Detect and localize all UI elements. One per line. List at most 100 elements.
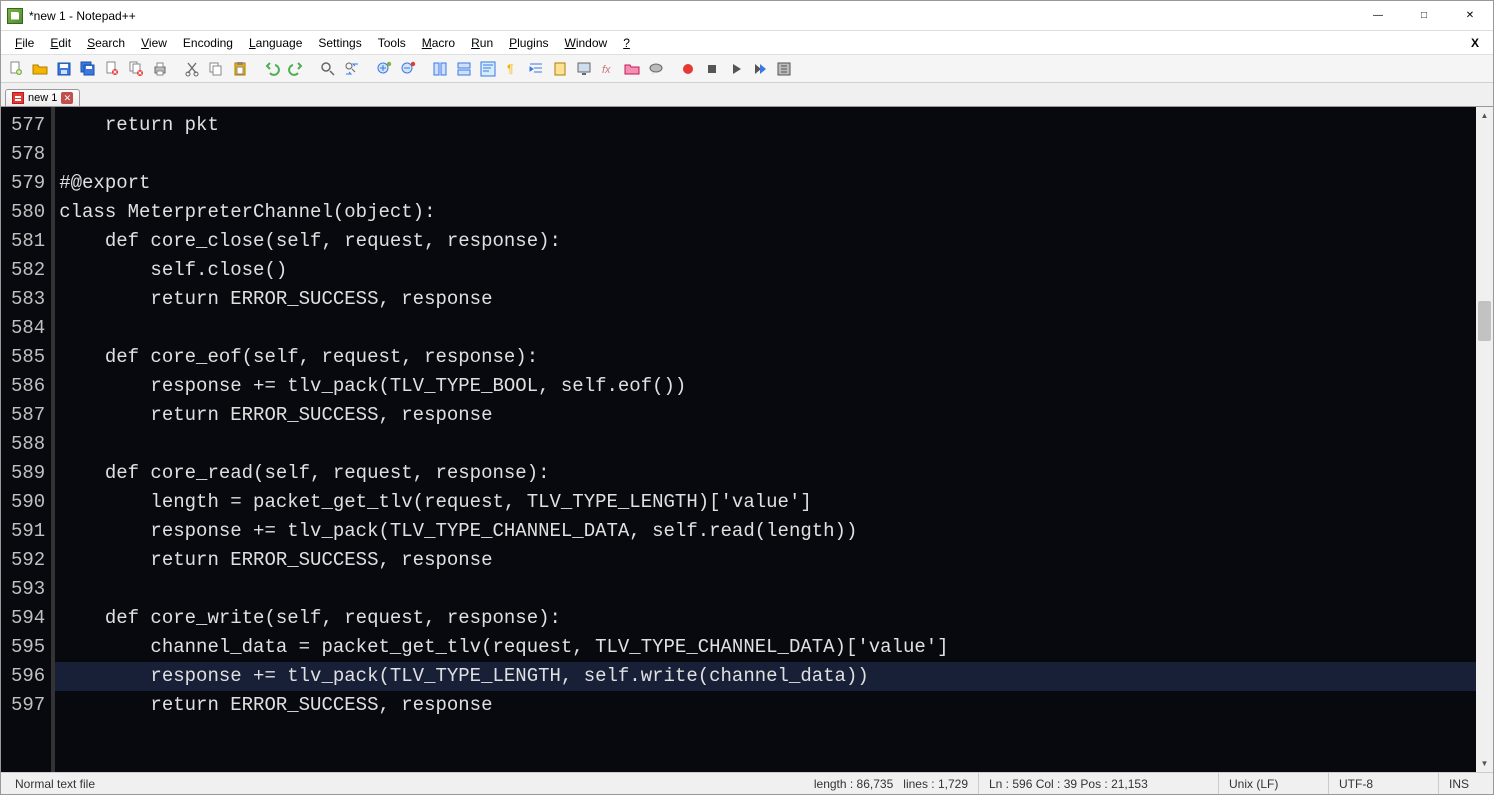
- code-line[interactable]: [55, 140, 1476, 169]
- close-all-icon[interactable]: [125, 58, 147, 80]
- function-icon[interactable]: fx: [597, 58, 619, 80]
- menu-search[interactable]: Search: [79, 34, 133, 52]
- open-file-icon[interactable]: [29, 58, 51, 80]
- close-icon[interactable]: [101, 58, 123, 80]
- editor: 5775785795805815825835845855865875885895…: [1, 107, 1493, 772]
- indent-icon[interactable]: [525, 58, 547, 80]
- line-number: 595: [11, 633, 45, 662]
- code-line[interactable]: response += tlv_pack(TLV_TYPE_CHANNEL_DA…: [55, 517, 1476, 546]
- code-line[interactable]: response += tlv_pack(TLV_TYPE_LENGTH, se…: [55, 662, 1476, 691]
- line-number: 579: [11, 169, 45, 198]
- menu-view[interactable]: View: [133, 34, 175, 52]
- comment-icon[interactable]: [645, 58, 667, 80]
- code-line[interactable]: #@export: [55, 169, 1476, 198]
- code-line[interactable]: response += tlv_pack(TLV_TYPE_BOOL, self…: [55, 372, 1476, 401]
- menu-language[interactable]: Language: [241, 34, 310, 52]
- line-number: 581: [11, 227, 45, 256]
- code-line[interactable]: def core_close(self, request, response):: [55, 227, 1476, 256]
- code-line[interactable]: class MeterpreterChannel(object):: [55, 198, 1476, 227]
- stop-icon[interactable]: [701, 58, 723, 80]
- new-file-icon[interactable]: [5, 58, 27, 80]
- line-number: 577: [11, 111, 45, 140]
- paste-icon[interactable]: [229, 58, 251, 80]
- menu-encoding[interactable]: Encoding: [175, 34, 241, 52]
- wrap-icon[interactable]: [477, 58, 499, 80]
- record-icon[interactable]: [677, 58, 699, 80]
- code-line[interactable]: def core_write(self, request, response):: [55, 604, 1476, 633]
- menu-window[interactable]: Window: [557, 34, 616, 52]
- print-icon[interactable]: [149, 58, 171, 80]
- app-icon: [7, 8, 23, 24]
- menubar-close-button[interactable]: X: [1463, 34, 1487, 52]
- scroll-track[interactable]: [1476, 124, 1493, 755]
- menu-run[interactable]: Run: [463, 34, 501, 52]
- menu-plugins[interactable]: Plugins: [501, 34, 556, 52]
- code-line[interactable]: def core_read(self, request, response):: [55, 459, 1476, 488]
- code-line[interactable]: return ERROR_SUCCESS, response: [55, 401, 1476, 430]
- code-area[interactable]: return pkt #@exportclass MeterpreterChann…: [55, 107, 1476, 772]
- code-line[interactable]: [55, 430, 1476, 459]
- folder-icon[interactable]: [621, 58, 643, 80]
- menu-settings[interactable]: Settings: [310, 34, 369, 52]
- sync-h-icon[interactable]: [453, 58, 475, 80]
- status-length: length : 86,735 lines : 1,729: [804, 773, 979, 794]
- maximize-button[interactable]: □: [1401, 1, 1447, 31]
- undo-icon[interactable]: [261, 58, 283, 80]
- statusbar: Normal text file length : 86,735 lines :…: [1, 772, 1493, 794]
- code-line[interactable]: [55, 575, 1476, 604]
- monitor-icon[interactable]: [573, 58, 595, 80]
- line-number: 591: [11, 517, 45, 546]
- replace-icon[interactable]: [341, 58, 363, 80]
- save-all-icon[interactable]: [77, 58, 99, 80]
- code-line[interactable]: def core_eof(self, request, response):: [55, 343, 1476, 372]
- doc-icon[interactable]: [549, 58, 571, 80]
- code-line[interactable]: return ERROR_SUCCESS, response: [55, 285, 1476, 314]
- window-controls: — □ ✕: [1355, 1, 1493, 31]
- line-number: 580: [11, 198, 45, 227]
- redo-icon[interactable]: [285, 58, 307, 80]
- save-macro-icon[interactable]: [773, 58, 795, 80]
- status-position: Ln : 596 Col : 39 Pos : 21,153: [979, 773, 1219, 794]
- svg-text:¶: ¶: [507, 62, 513, 76]
- menu-help[interactable]: ?: [615, 34, 638, 52]
- find-icon[interactable]: [317, 58, 339, 80]
- status-encoding: UTF-8: [1329, 773, 1439, 794]
- line-number: 589: [11, 459, 45, 488]
- menu-edit[interactable]: Edit: [42, 34, 79, 52]
- code-line[interactable]: return pkt: [55, 111, 1476, 140]
- play-multi-icon[interactable]: [749, 58, 771, 80]
- sync-v-icon[interactable]: [429, 58, 451, 80]
- cut-icon[interactable]: [181, 58, 203, 80]
- minimize-button[interactable]: —: [1355, 1, 1401, 31]
- copy-icon[interactable]: [205, 58, 227, 80]
- line-number: 593: [11, 575, 45, 604]
- line-number: 592: [11, 546, 45, 575]
- scroll-thumb[interactable]: [1478, 301, 1491, 341]
- code-line[interactable]: [55, 314, 1476, 343]
- code-line[interactable]: return ERROR_SUCCESS, response: [55, 546, 1476, 575]
- line-number: 586: [11, 372, 45, 401]
- zoom-out-icon[interactable]: [397, 58, 419, 80]
- tab-new1[interactable]: new 1 ✕: [5, 89, 80, 106]
- code-line[interactable]: self.close(): [55, 256, 1476, 285]
- code-line[interactable]: channel_data = packet_get_tlv(request, T…: [55, 633, 1476, 662]
- zoom-in-icon[interactable]: [373, 58, 395, 80]
- code-line[interactable]: return ERROR_SUCCESS, response: [55, 691, 1476, 720]
- menu-file[interactable]: File: [7, 34, 42, 52]
- code-line[interactable]: length = packet_get_tlv(request, TLV_TYP…: [55, 488, 1476, 517]
- line-number: 584: [11, 314, 45, 343]
- tab-close-button[interactable]: ✕: [61, 92, 73, 104]
- scroll-up-icon[interactable]: ▲: [1476, 107, 1493, 124]
- titlebar: *new 1 - Notepad++ — □ ✕: [1, 1, 1493, 31]
- scroll-down-icon[interactable]: ▼: [1476, 755, 1493, 772]
- status-insert-mode[interactable]: INS: [1439, 773, 1489, 794]
- close-window-button[interactable]: ✕: [1447, 1, 1493, 31]
- all-chars-icon[interactable]: ¶: [501, 58, 523, 80]
- save-icon[interactable]: [53, 58, 75, 80]
- play-icon[interactable]: [725, 58, 747, 80]
- vertical-scrollbar[interactable]: ▲ ▼: [1476, 107, 1493, 772]
- menu-macro[interactable]: Macro: [414, 34, 463, 52]
- svg-text:fx: fx: [602, 64, 611, 76]
- window-title: *new 1 - Notepad++: [29, 9, 136, 23]
- menu-tools[interactable]: Tools: [370, 34, 414, 52]
